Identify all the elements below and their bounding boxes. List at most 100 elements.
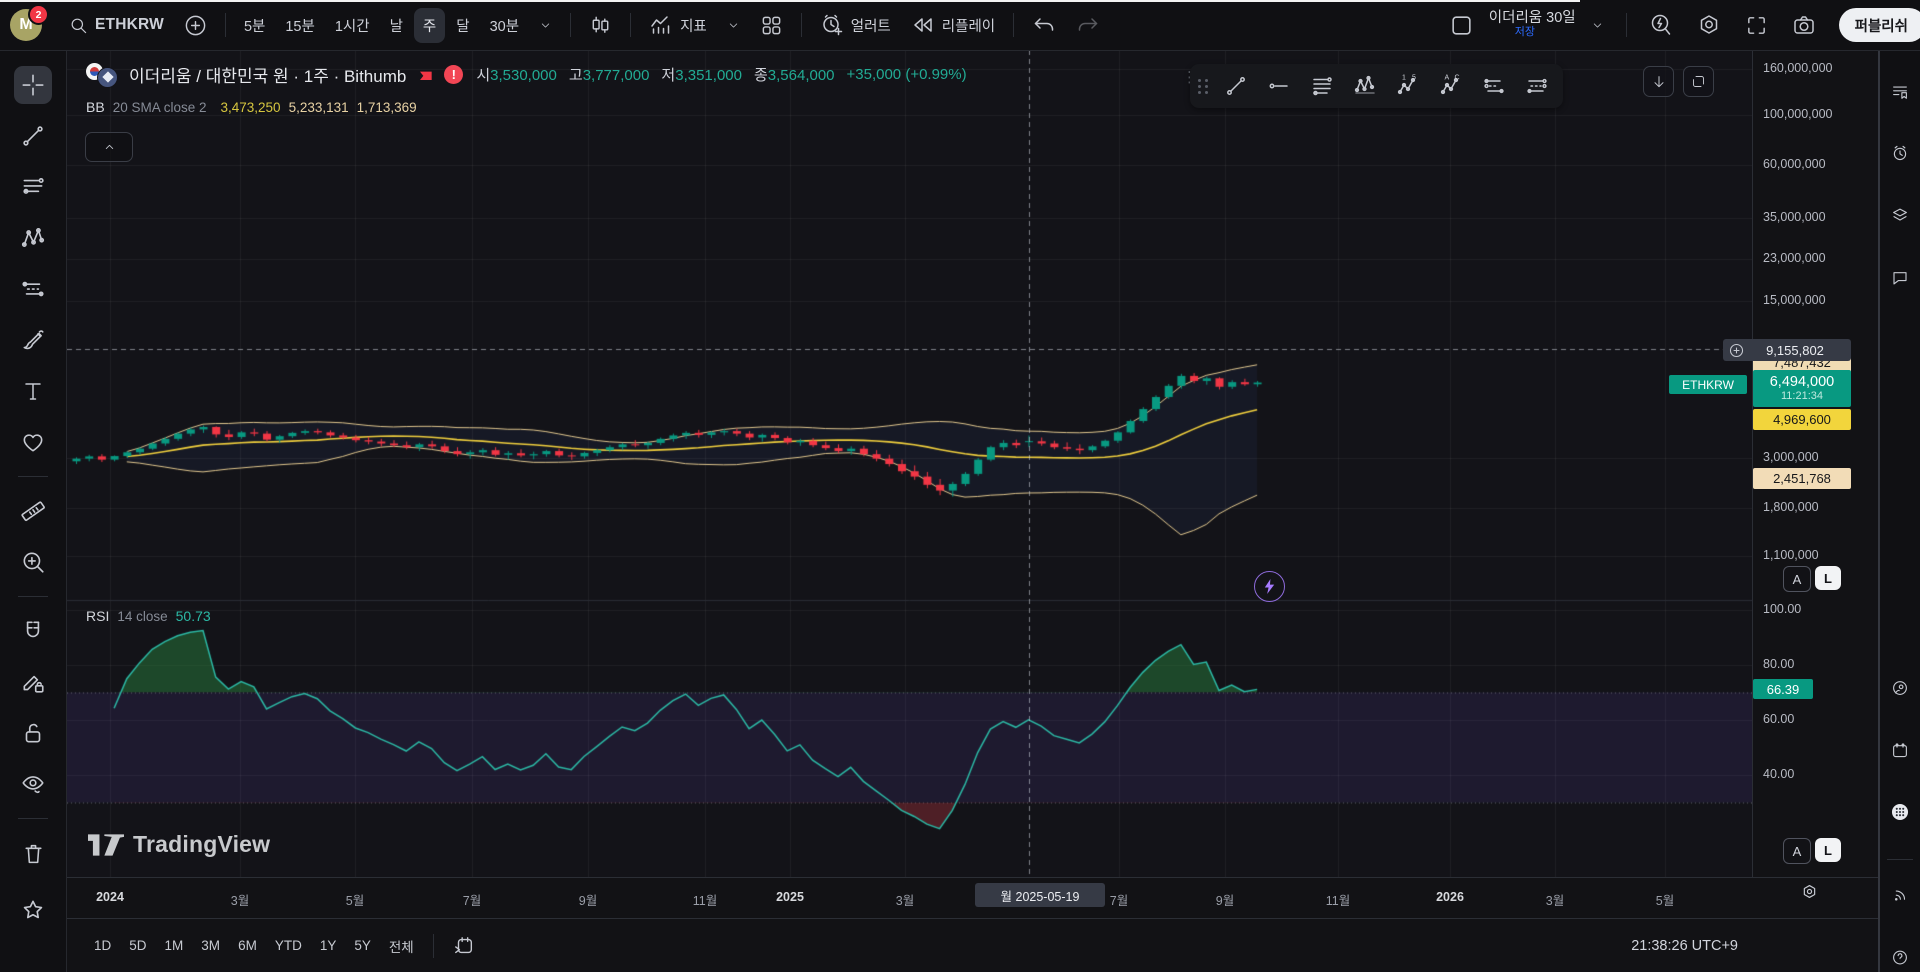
go-to-date-button[interactable] — [444, 929, 484, 963]
float-fib-button[interactable] — [1304, 68, 1340, 104]
quick-trade-lightning-button[interactable] — [1254, 571, 1285, 602]
indicators-button[interactable]: 지표 — [640, 6, 716, 44]
time-axis[interactable]: 20243월5월7월9월11월20253월7월9월11월20263월5월 월 2… — [67, 877, 1878, 919]
float-horizontal-line-button[interactable] — [1261, 68, 1297, 104]
symbol-search-button[interactable]: ETHKRW — [60, 9, 173, 42]
range-1d-button[interactable]: 1D — [85, 932, 120, 959]
tradingview-watermark[interactable]: TradingView — [88, 831, 270, 858]
price-chart-canvas[interactable] — [67, 50, 1752, 877]
auto-scale-button[interactable]: A — [1783, 566, 1811, 592]
text-tool-button[interactable] — [14, 372, 52, 410]
broadcast-button[interactable] — [1885, 880, 1915, 910]
apps-grid-button[interactable] — [1885, 797, 1915, 827]
interval-1w-selected[interactable]: 주 — [414, 8, 445, 43]
camera-icon — [1792, 13, 1816, 37]
range-5y-button[interactable]: 5Y — [345, 932, 380, 959]
drag-handle-icon[interactable] — [1198, 79, 1209, 94]
axis-settings-gear-icon[interactable] — [1800, 882, 1819, 906]
range-6m-button[interactable]: 6M — [229, 932, 266, 959]
bb-indicator-legend[interactable]: BB 20 SMA close 2 3,473,250 5,233,131 1,… — [86, 99, 417, 115]
maximize-pane-button[interactable] — [1683, 66, 1714, 97]
alert-button[interactable]: 얼러트 — [811, 6, 900, 44]
range-3m-button[interactable]: 3M — [192, 932, 229, 959]
drawing-mode-lock-button[interactable] — [14, 663, 52, 701]
float-abc-pattern-button[interactable]: AC — [1433, 68, 1469, 104]
publish-button[interactable]: 퍼블리쉬 — [1839, 8, 1920, 42]
prediction-position-tool-button[interactable] — [14, 270, 52, 308]
legend-collapse-button[interactable] — [85, 132, 133, 162]
layout-name-button[interactable]: 이더리움 30일 저장 — [1489, 11, 1576, 39]
quick-search-button[interactable] — [1640, 6, 1682, 44]
lock-all-drawings-button[interactable] — [14, 714, 52, 752]
interval-5m[interactable]: 5분 — [235, 8, 274, 43]
plus-circle-icon[interactable] — [1728, 342, 1745, 359]
zoom-in-tool-button[interactable] — [14, 543, 52, 581]
interval-1mo[interactable]: 달 — [447, 8, 478, 43]
layout-select-button[interactable] — [1440, 6, 1483, 45]
pattern-xabcd-tool-button[interactable] — [14, 219, 52, 257]
range-1m-button[interactable]: 1M — [156, 932, 193, 959]
float-elliott-wave-button[interactable]: 15 — [1390, 68, 1426, 104]
layout-grid-button[interactable] — [751, 7, 792, 44]
indicator-templates-button[interactable] — [718, 12, 749, 39]
float-long-position-button[interactable] — [1476, 68, 1512, 104]
chart-style-button[interactable] — [580, 7, 621, 44]
favorites-star-button[interactable] — [14, 891, 52, 929]
range-5d-button[interactable]: 5D — [120, 932, 155, 959]
flagged-symbol-icon[interactable] — [415, 65, 435, 85]
session-clock[interactable]: 21:38:26 UTC+9 — [1631, 919, 1738, 972]
range-ytd-button[interactable]: YTD — [266, 932, 311, 959]
remove-drawings-button[interactable] — [14, 834, 52, 872]
user-avatar[interactable]: M 2 — [10, 9, 42, 41]
undo-button[interactable] — [1023, 6, 1065, 44]
price-axis[interactable]: 160,000,000100,000,00060,000,00035,000,0… — [1752, 50, 1879, 877]
hide-all-drawings-button[interactable] — [14, 765, 52, 803]
object-tree-button[interactable] — [1885, 200, 1915, 230]
fullscreen-button[interactable] — [1736, 7, 1777, 44]
layout-menu-button[interactable] — [1582, 12, 1613, 39]
float-short-position-button[interactable] — [1519, 68, 1555, 104]
measure-tool-button[interactable] — [14, 492, 52, 530]
interval-menu-button[interactable] — [530, 12, 561, 39]
symbol-legend[interactable]: 이더리움 / 대한민국 원 · 1주 · Bithumb ! 시3,530,00… — [86, 62, 967, 87]
symbol-title[interactable]: 이더리움 / 대한민국 원 · 1주 · Bithumb — [129, 62, 406, 87]
scroll-to-latest-button[interactable] — [1643, 66, 1674, 97]
magnet-mode-button[interactable] — [14, 612, 52, 650]
notification-badge: 2 — [28, 4, 49, 25]
replay-button[interactable]: 리플레이 — [902, 6, 1004, 44]
range-all-button[interactable]: 전체 — [380, 930, 423, 962]
ohlc-values: 시3,530,000 고3,777,000 저3,351,000 종3,564,… — [476, 64, 966, 85]
save-status-label[interactable]: 저장 — [1515, 27, 1535, 39]
watchlist-button[interactable] — [1885, 76, 1915, 106]
interval-1h[interactable]: 1시간 — [326, 8, 379, 43]
rsi-log-scale-button[interactable]: L — [1815, 838, 1841, 862]
streams-button[interactable] — [1885, 673, 1915, 703]
brush-tool-button[interactable] — [14, 321, 52, 359]
data-warning-icon[interactable]: ! — [444, 65, 463, 84]
chat-button[interactable] — [1885, 262, 1915, 292]
calendar-panel-button[interactable] — [1885, 735, 1915, 765]
interval-30m[interactable]: 30분 — [481, 8, 528, 43]
redo-button[interactable] — [1067, 6, 1109, 44]
help-button[interactable] — [1885, 942, 1915, 972]
range-1y-button[interactable]: 1Y — [311, 932, 346, 959]
rsi-auto-scale-button[interactable]: A — [1783, 838, 1811, 864]
interval-1d[interactable]: 날 — [381, 8, 412, 43]
snapshot-camera-button[interactable] — [1783, 6, 1825, 44]
interval-15m[interactable]: 15분 — [276, 8, 323, 43]
float-trend-line-button[interactable] — [1218, 68, 1254, 104]
time-axis-label: 7월 — [1110, 890, 1128, 909]
crosshair-tool-button[interactable] — [14, 66, 52, 104]
fib-retracement-tool-button[interactable] — [14, 168, 52, 206]
log-scale-button[interactable]: L — [1815, 566, 1841, 590]
rsi-indicator-legend[interactable]: RSI 14 close 50.73 — [86, 608, 211, 624]
emoji-tool-button[interactable] — [14, 423, 52, 461]
trend-line-tool-button[interactable] — [14, 117, 52, 155]
float-xabcd-button[interactable] — [1347, 68, 1383, 104]
compare-add-symbol-button[interactable] — [175, 7, 216, 44]
alerts-panel-button[interactable] — [1885, 138, 1915, 168]
settings-button[interactable] — [1688, 6, 1730, 44]
chart-pane[interactable]: 이더리움 / 대한민국 원 · 1주 · Bithumb ! 시3,530,00… — [67, 50, 1752, 877]
price-gridline-label: 35,000,000 — [1763, 210, 1826, 224]
price-change: +35,000 (+0.99%) — [847, 66, 967, 83]
